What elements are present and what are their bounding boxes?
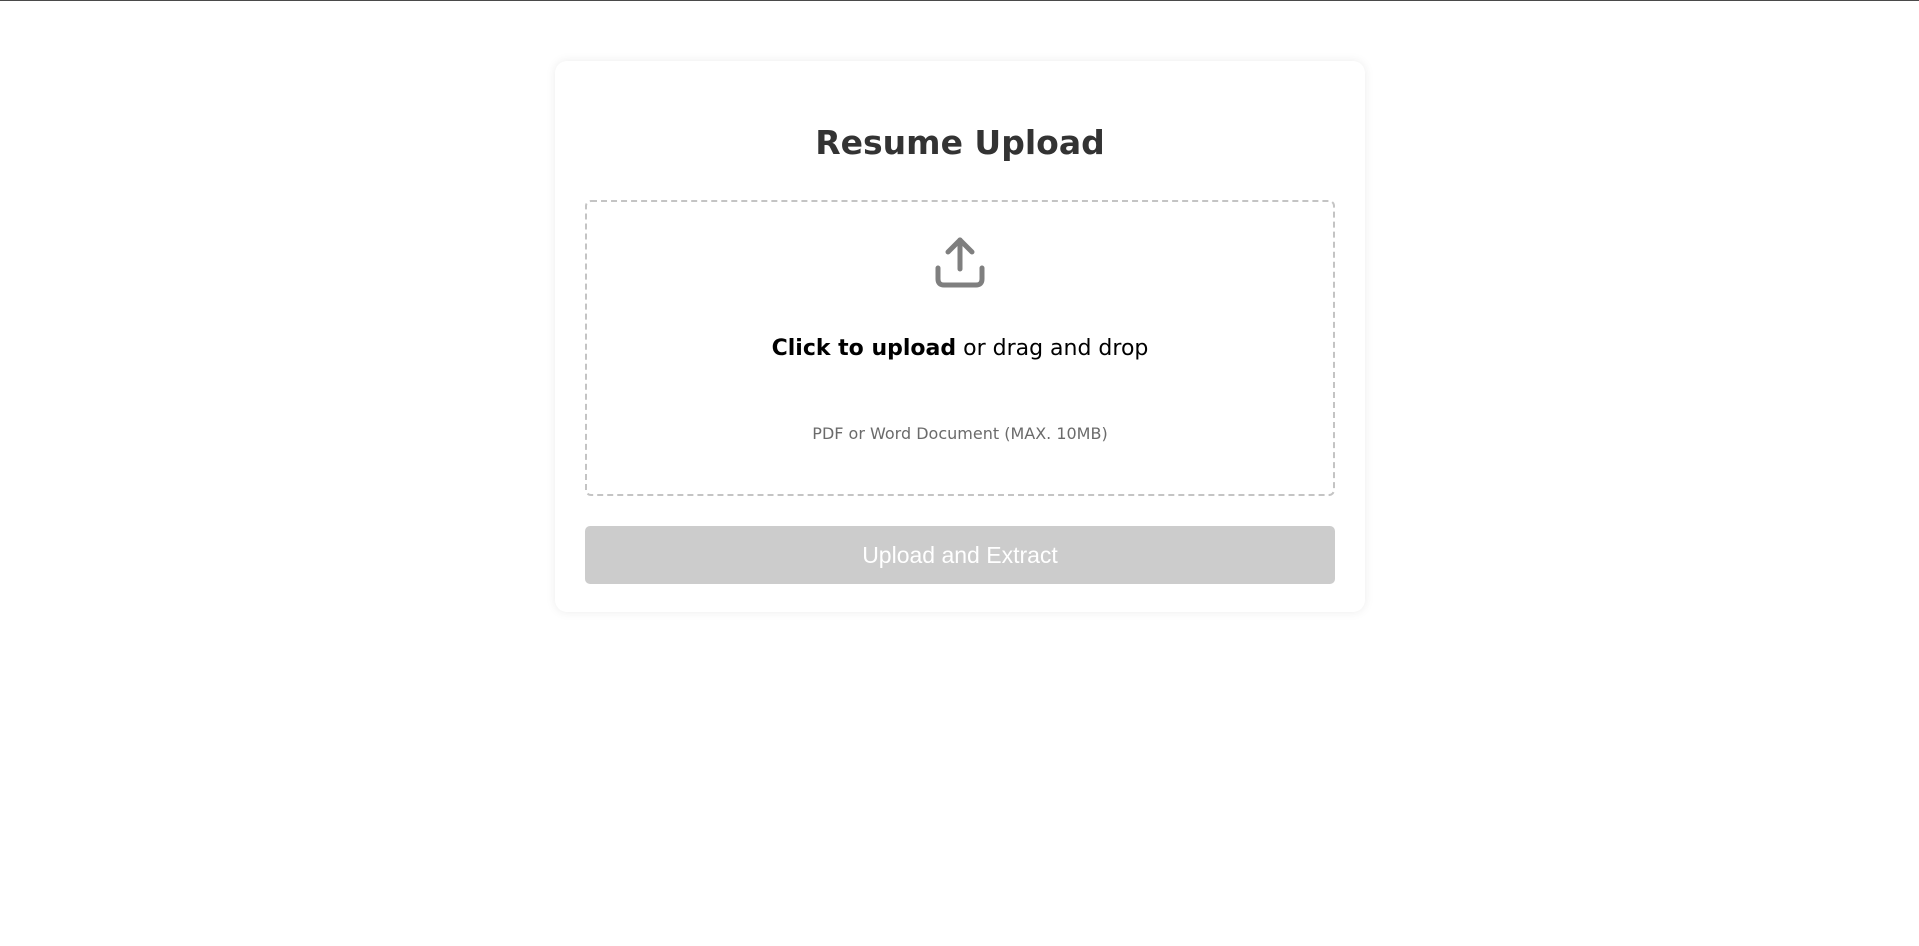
drag-drop-text: or drag and drop xyxy=(956,336,1149,361)
page-title: Resume Upload xyxy=(815,123,1105,162)
top-divider xyxy=(0,0,1919,1)
upload-instructions: Click to upload or drag and drop xyxy=(587,336,1333,361)
upload-and-extract-button[interactable]: Upload and Extract xyxy=(585,526,1335,584)
file-dropzone[interactable]: Click to upload or drag and drop PDF or … xyxy=(585,200,1335,496)
click-to-upload-link[interactable]: Click to upload xyxy=(772,336,957,361)
file-type-hint: PDF or Word Document (MAX. 10MB) xyxy=(812,424,1108,443)
upload-icon xyxy=(933,235,987,289)
upload-card: Resume Upload Click to upload or drag an… xyxy=(555,61,1365,612)
